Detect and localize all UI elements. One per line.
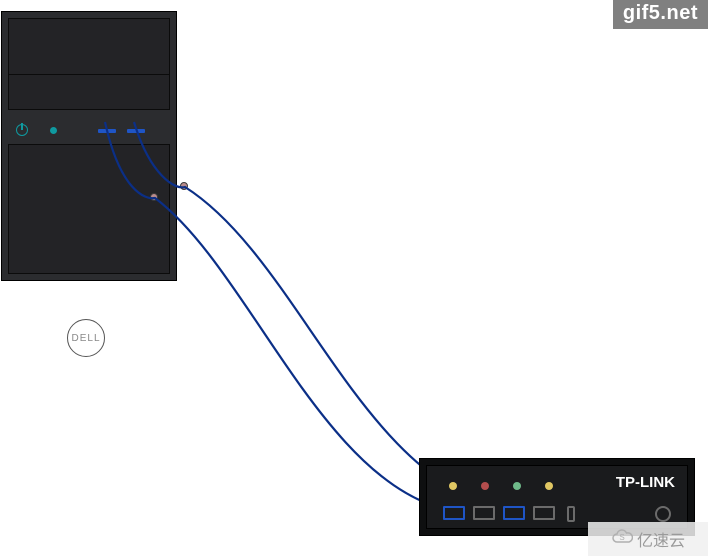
router-button-icon — [655, 506, 671, 522]
svg-text:S: S — [619, 533, 624, 542]
server-top-panel — [8, 18, 170, 110]
router-led-3-icon — [513, 482, 521, 490]
diagram-canvas: gif5.net DELL TP-LINK — [0, 0, 708, 556]
status-led-icon — [50, 127, 57, 134]
server-port-2 — [127, 129, 145, 133]
cable-joint-a-icon — [150, 193, 158, 201]
server-brand-logo: DELL — [67, 319, 105, 357]
server-port-1 — [98, 129, 116, 133]
watermark-top: gif5.net — [613, 0, 708, 29]
power-icon — [16, 124, 28, 136]
router-port-1 — [443, 506, 465, 520]
watermark-bottom-text: 亿速云 — [637, 527, 685, 551]
router-slot-icon — [567, 506, 575, 522]
router-led-2-icon — [481, 482, 489, 490]
router-led-4-icon — [545, 482, 553, 490]
router-brand-label: TP-LINK — [616, 474, 675, 491]
server-bottom-panel: DELL — [8, 144, 170, 274]
cable-b — [134, 122, 508, 510]
router-led-1-icon — [449, 482, 457, 490]
server-tower: DELL — [1, 11, 177, 281]
watermark-bottom: S 亿速云 — [588, 522, 708, 556]
cable-joint-b-icon — [180, 182, 188, 190]
router-panel: TP-LINK — [426, 465, 688, 529]
router-port-3 — [503, 506, 525, 520]
router-port-4 — [533, 506, 555, 520]
cloud-icon: S — [611, 528, 633, 551]
router-port-2 — [473, 506, 495, 520]
server-panel-divider — [8, 74, 170, 75]
